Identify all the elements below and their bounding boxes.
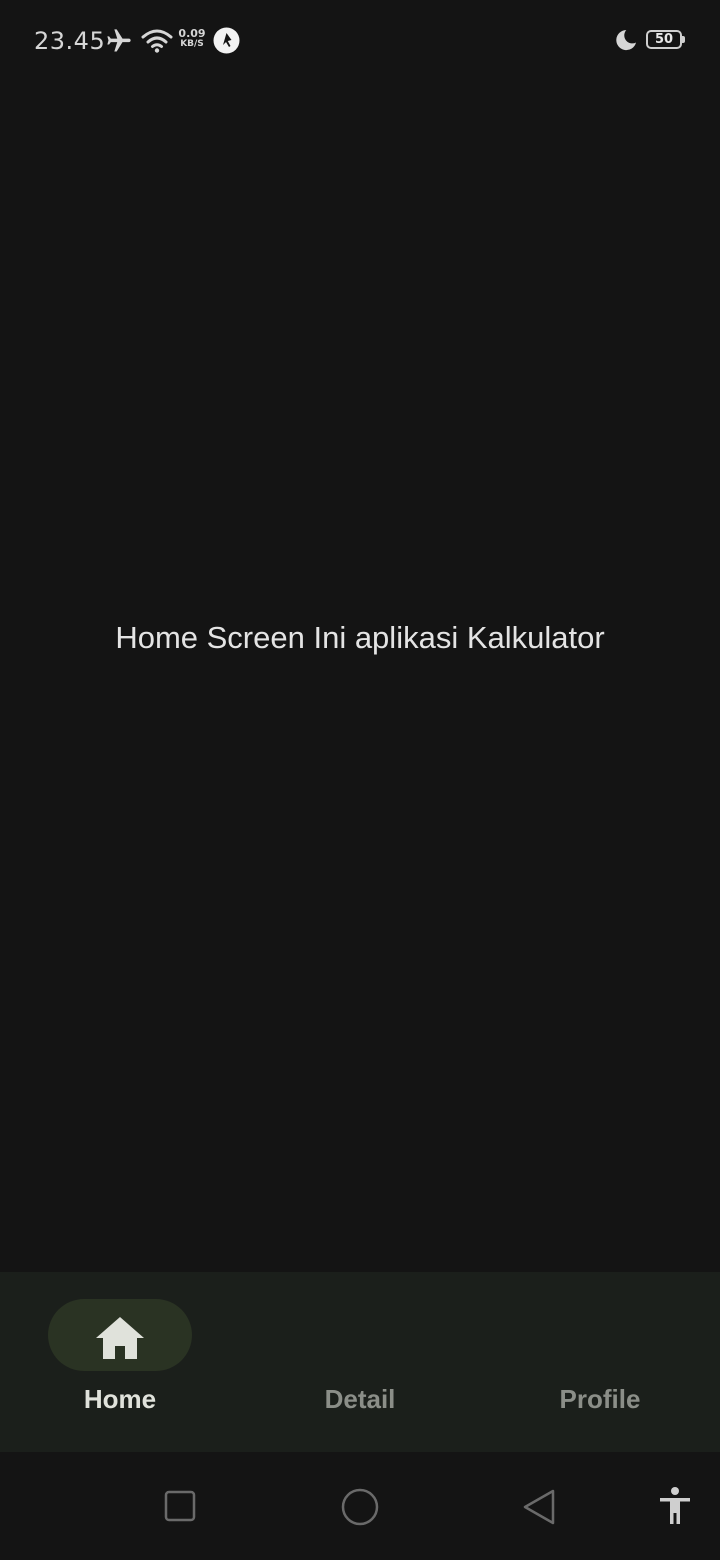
wifi-icon: [141, 29, 173, 53]
net-speed: 0.09 KB/S: [176, 28, 208, 49]
nav-item-detail[interactable]: Detail: [240, 1272, 480, 1452]
screen: 23.45 0.09 KB/S 50 Home Screen Ini aplik…: [0, 0, 720, 1560]
bottom-navigation: Home Detail Profile: [0, 1272, 720, 1452]
nav-label-profile: Profile: [559, 1384, 641, 1414]
nav-item-home[interactable]: Home: [0, 1272, 240, 1452]
net-speed-value: 0.09: [178, 27, 206, 40]
back-icon[interactable]: [522, 1488, 556, 1526]
home-icon: [96, 1317, 144, 1359]
app-notification-icon: [213, 27, 240, 54]
accessibility-icon[interactable]: [658, 1486, 692, 1526]
airplane-icon: [107, 29, 131, 52]
battery-level: 50: [654, 32, 674, 47]
system-navigation-bar: [0, 1452, 720, 1560]
nav-label-detail: Detail: [324, 1384, 396, 1414]
recents-icon[interactable]: [164, 1490, 196, 1522]
status-time: 23.45: [34, 27, 106, 55]
main-content: Home Screen Ini aplikasi Kalkulator: [0, 80, 720, 1272]
nav-item-profile[interactable]: Profile: [480, 1272, 720, 1452]
nav-label-home: Home: [83, 1384, 157, 1414]
home-screen-text: Home Screen Ini aplikasi Kalkulator: [115, 620, 605, 655]
net-speed-unit: KB/S: [180, 39, 204, 49]
status-bar: 23.45 0.09 KB/S 50: [0, 0, 720, 80]
moon-icon: [616, 30, 636, 51]
home-circle-icon[interactable]: [341, 1488, 379, 1526]
battery-icon: 50: [646, 30, 685, 49]
